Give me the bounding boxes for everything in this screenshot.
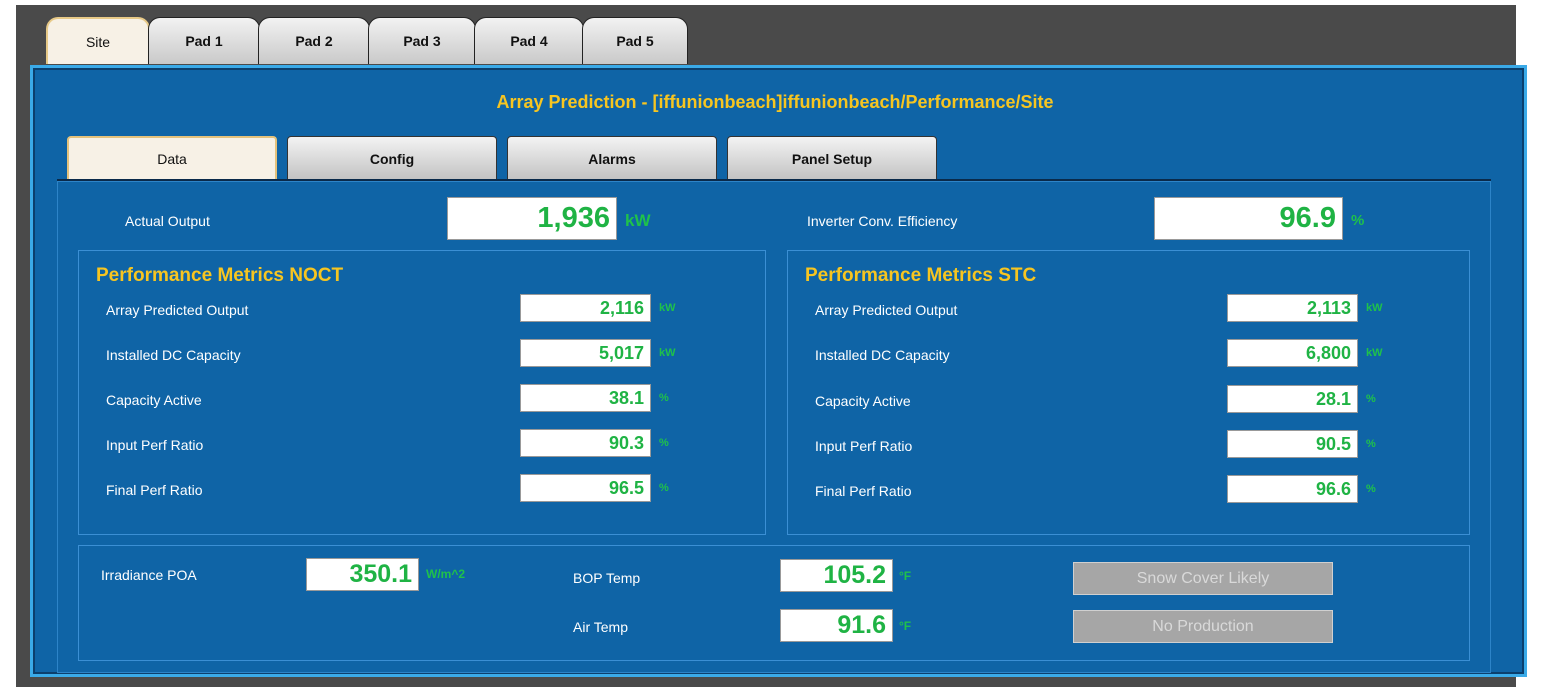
tab-data[interactable]: Data <box>67 136 277 180</box>
irradiance-label: Irradiance POA <box>101 567 197 583</box>
stc-value: 96.6 <box>1227 475 1358 503</box>
stc-label: Final Perf Ratio <box>815 483 912 499</box>
inverter-efficiency-unit: % <box>1351 212 1365 229</box>
bop-temp-unit: °F <box>899 569 912 583</box>
tab-pad-2[interactable]: Pad 2 <box>258 17 370 64</box>
air-temp-label: Air Temp <box>573 619 628 635</box>
stc-value: 28.1 <box>1227 385 1358 413</box>
stc-label: Installed DC Capacity <box>815 347 950 363</box>
air-temp-value: 91.6 <box>780 609 893 642</box>
actual-output-value: 1,936 <box>447 197 617 240</box>
noct-label: Array Predicted Output <box>106 302 249 318</box>
stc-label: Capacity Active <box>815 393 911 409</box>
page-title: Array Prediction - [iffunionbeach]iffuni… <box>496 92 1054 112</box>
noct-value: 5,017 <box>520 339 651 367</box>
stc-unit: % <box>1366 393 1376 405</box>
noct-unit: % <box>659 392 669 404</box>
tab-alarms[interactable]: Alarms <box>507 136 717 180</box>
bop-temp-label: BOP Temp <box>573 570 641 586</box>
noct-unit: % <box>659 482 669 494</box>
snow-cover-indicator: Snow Cover Likely <box>1073 562 1333 595</box>
tab-pad-5[interactable]: Pad 5 <box>582 17 688 64</box>
air-temp-unit: °F <box>899 619 912 633</box>
tab-site[interactable]: Site <box>46 17 150 64</box>
irradiance-value: 350.1 <box>306 558 419 591</box>
tab-pad-3[interactable]: Pad 3 <box>368 17 476 64</box>
actual-output-unit: kW <box>625 211 651 230</box>
noct-unit: % <box>659 437 669 449</box>
irradiance-unit: W/m^2 <box>426 567 466 581</box>
bop-temp-value: 105.2 <box>780 559 893 592</box>
stc-unit: kW <box>1366 347 1383 359</box>
noct-title: Performance Metrics NOCT <box>96 265 344 286</box>
stc-value: 90.5 <box>1227 430 1358 458</box>
noct-label: Capacity Active <box>106 392 202 408</box>
noct-value: 2,116 <box>520 294 651 322</box>
no-production-indicator: No Production <box>1073 610 1333 643</box>
noct-value: 96.5 <box>520 474 651 502</box>
stc-value: 2,113 <box>1227 294 1358 322</box>
tab-config[interactable]: Config <box>287 136 497 180</box>
noct-unit: kW <box>659 347 676 359</box>
stc-unit: % <box>1366 438 1376 450</box>
tab-pad-4[interactable]: Pad 4 <box>474 17 584 64</box>
stc-title: Performance Metrics STC <box>805 265 1037 286</box>
stc-label: Array Predicted Output <box>815 302 958 318</box>
inverter-efficiency-label: Inverter Conv. Efficiency <box>807 213 958 229</box>
noct-value: 90.3 <box>520 429 651 457</box>
stc-value: 6,800 <box>1227 339 1358 367</box>
noct-value: 38.1 <box>520 384 651 412</box>
noct-unit: kW <box>659 302 676 314</box>
noct-label: Final Perf Ratio <box>106 482 203 498</box>
stc-unit: % <box>1366 483 1376 495</box>
noct-label: Input Perf Ratio <box>106 437 204 453</box>
noct-label: Installed DC Capacity <box>106 347 241 363</box>
tab-pad-1[interactable]: Pad 1 <box>148 17 260 64</box>
stc-unit: kW <box>1366 302 1383 314</box>
inverter-efficiency-value: 96.9 <box>1154 197 1343 240</box>
stc-label: Input Perf Ratio <box>815 438 913 454</box>
actual-output-label: Actual Output <box>125 213 210 229</box>
tab-panel-setup[interactable]: Panel Setup <box>727 136 937 180</box>
